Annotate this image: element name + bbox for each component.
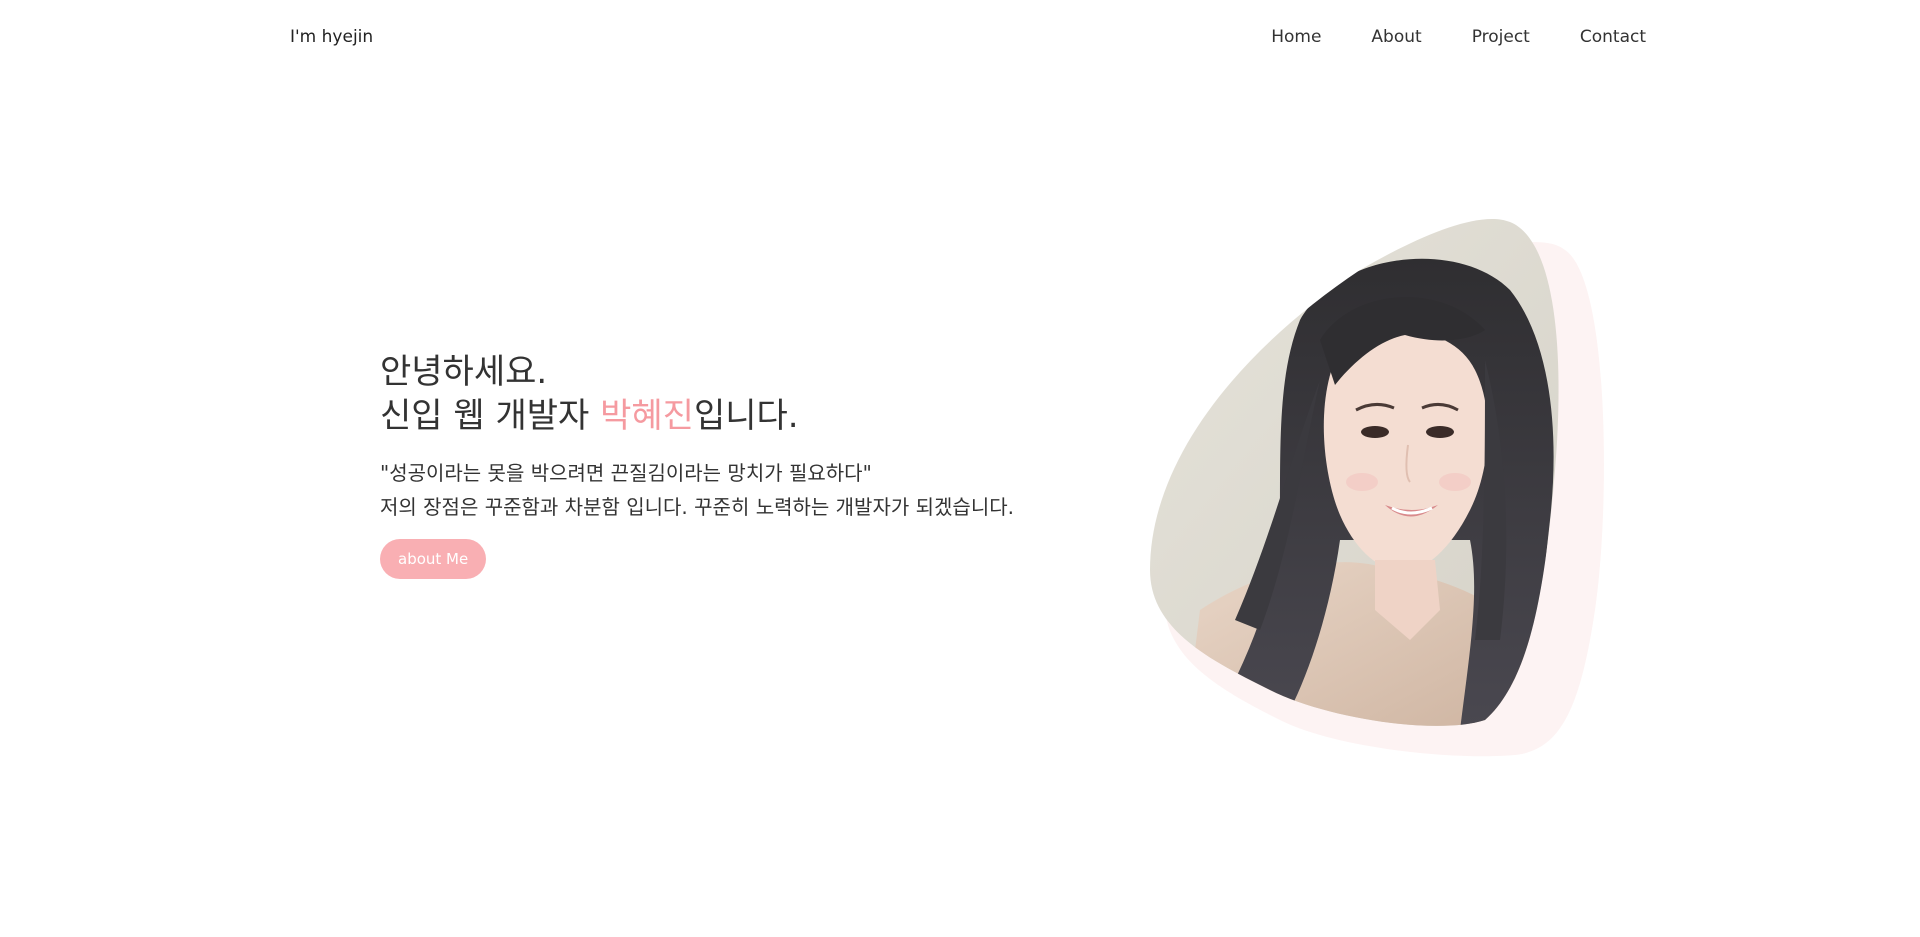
site-header: I'm hyejin Home About Project Contact [0,0,1920,78]
greeting-line2-suffix: 입니다. [693,396,799,436]
profile-photo [1150,218,1559,726]
hero-quote: "성공이라는 못을 박으려면 끈질김이라는 망치가 필요하다" 저의 장점은 꾸… [380,456,1080,524]
page: I'm hyejin Home About Project Contact 안녕… [0,0,1920,937]
about-me-button[interactable]: about Me [380,539,487,579]
greeting-name: 박혜진 [600,396,694,436]
quote-line1: "성공이라는 못을 박으려면 끈질김이라는 망치가 필요하다" [380,461,872,485]
nav-about[interactable]: About [1371,27,1421,47]
nav-contact[interactable]: Contact [1580,27,1646,47]
logo-link[interactable]: I'm hyejin [290,27,373,47]
quote-line2: 저의 장점은 꾸준함과 차분함 입니다. 꾸준히 노력하는 개발자가 되겠습니다… [380,495,1014,519]
greeting-line2-prefix: 신입 웹 개발자 [380,396,601,436]
nav-home[interactable]: Home [1271,27,1321,47]
hero-section: 안녕하세요. 신입 웹 개발자 박혜진입니다. "성공이라는 못을 박으려면 끈… [380,350,1080,579]
greeting-line1: 안녕하세요. [380,352,548,392]
hero-heading: 안녕하세요. 신입 웹 개발자 박혜진입니다. [380,350,1080,438]
nav-project[interactable]: Project [1472,27,1530,47]
main-nav: Home About Project Contact [1271,27,1646,47]
profile-photo-area [1140,210,1610,770]
